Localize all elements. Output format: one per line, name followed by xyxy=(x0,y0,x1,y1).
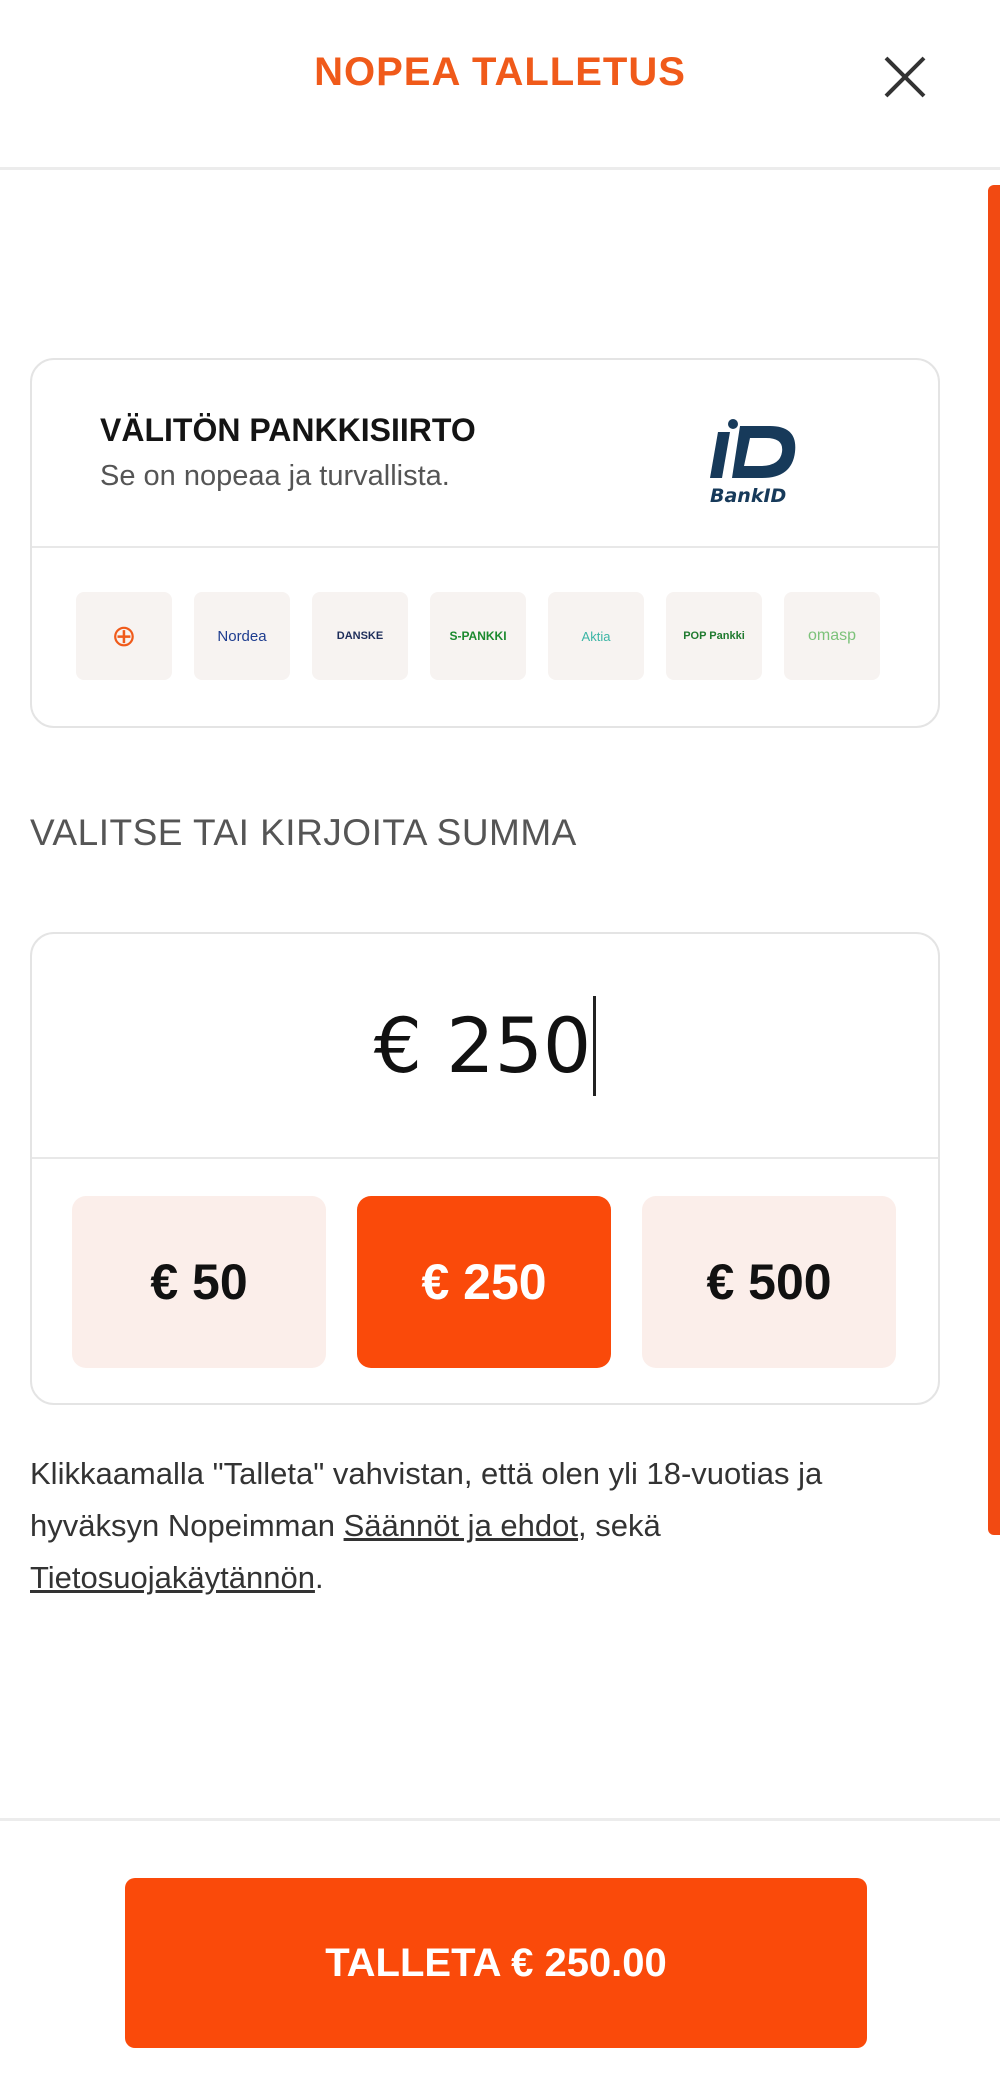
close-icon xyxy=(884,56,926,98)
preset-250-button[interactable]: € 250 xyxy=(357,1196,611,1368)
close-button[interactable] xyxy=(878,50,934,106)
modal-title: NOPEA TALLETUS xyxy=(314,50,686,94)
bankid-logo: BankID xyxy=(710,419,796,507)
text-caret xyxy=(593,995,597,1096)
terms-link[interactable]: Säännöt ja ehdot xyxy=(344,1508,578,1543)
modal-footer: TALLETA € 250.00 xyxy=(0,1818,1000,2095)
handelsbanken-icon[interactable]: ⊕ xyxy=(76,592,172,680)
bank-card-header: VÄLITÖN PANKKISIIRTO Se on nopeaa ja tur… xyxy=(32,360,938,548)
bank-transfer-card[interactable]: VÄLITÖN PANKKISIIRTO Se on nopeaa ja tur… xyxy=(30,358,940,728)
nordea-icon[interactable]: Nordea xyxy=(194,592,290,680)
privacy-link[interactable]: Tietosuojakäytännön xyxy=(30,1560,315,1595)
svg-text:BankID: BankID xyxy=(710,485,786,507)
bank-logos-row: ⊕ Nordea DANSKE S-PANKKI Aktia POP Pankk… xyxy=(76,592,896,680)
omasp-icon[interactable]: omasp xyxy=(784,592,880,680)
aktia-icon[interactable]: Aktia xyxy=(548,592,644,680)
bank-logo-label: omasp xyxy=(807,627,857,644)
bank-transfer-subtitle: Se on nopeaa ja turvallista. xyxy=(100,460,450,492)
amount-input[interactable]: € 250 xyxy=(374,1001,592,1090)
deposit-button[interactable]: TALLETA € 250.00 xyxy=(125,1878,867,2048)
amount-card: € 250 € 50 € 250 € 500 xyxy=(30,932,940,1405)
bank-logo-label: Aktia xyxy=(581,628,611,644)
amount-input-wrap[interactable]: € 250 xyxy=(32,934,938,1159)
s-pankki-icon[interactable]: S-PANKKI xyxy=(430,592,526,680)
bank-transfer-title: VÄLITÖN PANKKISIIRTO xyxy=(100,412,476,448)
terms-text-part2: , sekä xyxy=(578,1508,661,1543)
terms-text-part3: . xyxy=(314,1560,324,1595)
amount-heading: VALITSE TAI KIRJOITA SUMMA xyxy=(30,812,577,853)
bank-logo-label: DANSKE xyxy=(336,630,384,642)
bank-logo-label: POP Pankki xyxy=(683,630,745,642)
bank-logo-label: Nordea xyxy=(217,627,267,645)
pop-pankki-icon[interactable]: POP Pankki xyxy=(666,592,762,680)
bank-logo-label: ⊕ xyxy=(111,619,137,653)
terms-text: Klikkaamalla "Talleta" vahvistan, että o… xyxy=(30,1448,950,1604)
scrollbar[interactable] xyxy=(988,185,1000,1535)
preset-500-button[interactable]: € 500 xyxy=(642,1196,896,1368)
preset-50-button[interactable]: € 50 xyxy=(72,1196,326,1368)
bank-logo-label: S-PANKKI xyxy=(449,629,507,643)
modal-header: NOPEA TALLETUS xyxy=(0,0,1000,170)
danske-bank-icon[interactable]: DANSKE xyxy=(312,592,408,680)
